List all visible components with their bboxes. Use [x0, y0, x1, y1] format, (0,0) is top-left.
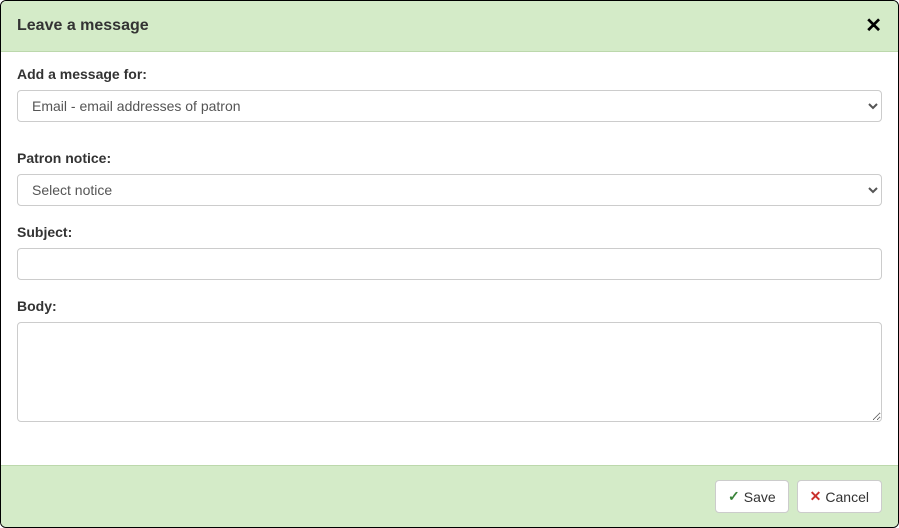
leave-message-modal: Leave a message ✕ Add a message for: Ema…	[0, 0, 899, 528]
patron-notice-select[interactable]: Select notice	[17, 174, 882, 206]
patron-notice-label: Patron notice:	[17, 150, 882, 166]
modal-header: Leave a message ✕	[1, 1, 898, 52]
body-label: Body:	[17, 298, 882, 314]
cancel-button[interactable]: ✕ Cancel	[797, 480, 882, 513]
body-group: Body:	[17, 298, 882, 425]
save-button-label: Save	[744, 489, 776, 505]
message-for-select[interactable]: Email - email addresses of patron	[17, 90, 882, 122]
cancel-button-label: Cancel	[825, 489, 869, 505]
message-for-group: Add a message for: Email - email address…	[17, 66, 882, 122]
subject-input[interactable]	[17, 248, 882, 280]
x-icon: ✕	[810, 488, 822, 505]
modal-body: Add a message for: Email - email address…	[1, 52, 898, 465]
save-button[interactable]: ✓ Save	[715, 480, 789, 513]
body-textarea[interactable]	[17, 322, 882, 422]
check-icon: ✓	[728, 488, 740, 505]
modal-footer: ✓ Save ✕ Cancel	[1, 465, 898, 527]
subject-label: Subject:	[17, 224, 882, 240]
patron-notice-group: Patron notice: Select notice	[17, 150, 882, 206]
subject-group: Subject:	[17, 224, 882, 280]
modal-title: Leave a message	[17, 17, 149, 35]
message-for-label: Add a message for:	[17, 66, 882, 82]
close-icon[interactable]: ✕	[865, 16, 882, 36]
